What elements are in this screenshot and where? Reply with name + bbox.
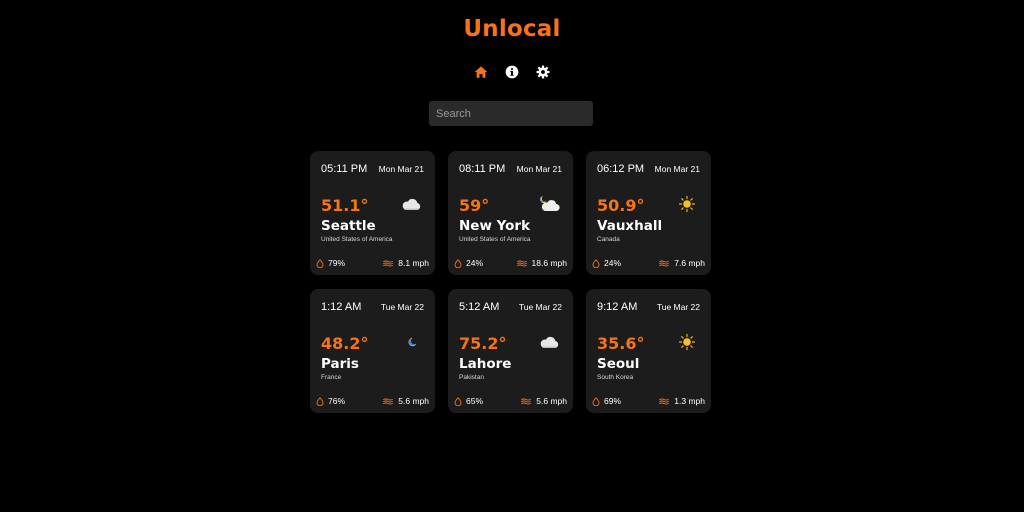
droplet-icon: [316, 258, 324, 268]
droplet-icon: [592, 258, 600, 268]
weather-card-seattle[interactable]: 05:11 PM Mon Mar 21 51.1° Seattle United…: [310, 151, 435, 275]
droplet-icon: [592, 396, 600, 406]
wind-icon: [383, 260, 394, 267]
sun-icon: [676, 195, 698, 213]
wind-value: 8.1 mph: [398, 258, 429, 268]
humidity: 24%: [454, 258, 483, 268]
home-icon[interactable]: [474, 64, 489, 80]
humidity-value: 79%: [328, 258, 346, 268]
app-title: Unlocal: [463, 16, 561, 42]
wind-value: 5.6 mph: [536, 396, 567, 406]
wind-icon: [659, 260, 670, 267]
temperature: 59°: [459, 196, 490, 215]
temperature: 35.6°: [597, 334, 645, 353]
local-time: 5:12 AM: [459, 301, 500, 313]
humidity: 79%: [316, 258, 345, 268]
cloud-icon: [538, 333, 560, 351]
humidity: 24%: [592, 258, 621, 268]
wind-icon: [521, 398, 532, 405]
temperature: 51.1°: [321, 196, 369, 215]
cloud-icon: [400, 195, 422, 213]
weather-card-lahore[interactable]: 5:12 AM Tue Mar 22 75.2° Lahore Pakistan…: [448, 289, 573, 413]
local-time: 1:12 AM: [321, 301, 362, 313]
local-time: 05:11 PM: [321, 163, 368, 175]
weather-card-paris[interactable]: 1:12 AM Tue Mar 22 48.2° Paris France 76…: [310, 289, 435, 413]
city-name: Paris: [321, 356, 359, 372]
wind: 8.1 mph: [383, 258, 429, 268]
humidity-value: 69%: [604, 396, 622, 406]
info-icon[interactable]: [505, 64, 520, 80]
moon-icon: [400, 333, 422, 351]
humidity: 65%: [454, 396, 483, 406]
wind: 1.3 mph: [659, 396, 705, 406]
temperature: 48.2°: [321, 334, 369, 353]
droplet-icon: [316, 396, 324, 406]
humidity: 69%: [592, 396, 621, 406]
country-name: France: [321, 374, 342, 381]
sun-icon: [676, 333, 698, 351]
wind: 5.6 mph: [383, 396, 429, 406]
weather-card-vauxhall[interactable]: 06:12 PM Mon Mar 21 50.9° Vauxhall Canad…: [586, 151, 711, 275]
wind-value: 5.6 mph: [398, 396, 429, 406]
local-date: Tue Mar 22: [518, 302, 562, 312]
temperature: 50.9°: [597, 196, 645, 215]
humidity: 76%: [316, 396, 345, 406]
country-name: United States of America: [321, 236, 393, 243]
city-name: New York: [459, 218, 531, 234]
humidity-value: 24%: [604, 258, 622, 268]
humidity-value: 24%: [466, 258, 484, 268]
weather-card-seoul[interactable]: 9:12 AM Tue Mar 22 35.6° Seoul South Kor…: [586, 289, 711, 413]
wind: 7.6 mph: [659, 258, 705, 268]
droplet-icon: [454, 396, 462, 406]
wind: 5.6 mph: [521, 396, 567, 406]
wind: 18.6 mph: [516, 258, 567, 268]
wind-icon: [383, 398, 394, 405]
country-name: Canada: [597, 236, 620, 243]
top-nav: [0, 64, 1024, 80]
local-date: Mon Mar 21: [654, 164, 700, 174]
local-date: Mon Mar 21: [516, 164, 562, 174]
search-input[interactable]: [429, 101, 593, 126]
city-name: Seoul: [597, 356, 640, 372]
wind-value: 7.6 mph: [674, 258, 705, 268]
wind-icon: [659, 398, 670, 405]
city-card-grid: 05:11 PM Mon Mar 21 51.1° Seattle United…: [310, 151, 711, 413]
local-time: 9:12 AM: [597, 301, 638, 313]
local-date: Tue Mar 22: [656, 302, 700, 312]
local-time: 06:12 PM: [597, 163, 645, 175]
local-time: 08:11 PM: [459, 163, 506, 175]
local-date: Mon Mar 21: [378, 164, 424, 174]
country-name: United States of America: [459, 236, 531, 243]
moon-cloud-icon: [538, 195, 560, 213]
humidity-value: 65%: [466, 396, 484, 406]
city-name: Vauxhall: [597, 218, 663, 234]
weather-card-new-york[interactable]: 08:11 PM Mon Mar 21 59° New York United …: [448, 151, 573, 275]
settings-icon[interactable]: [536, 64, 551, 80]
wind-value: 18.6 mph: [531, 258, 567, 268]
wind-icon: [516, 260, 527, 267]
temperature: 75.2°: [459, 334, 507, 353]
local-date: Tue Mar 22: [380, 302, 424, 312]
droplet-icon: [454, 258, 462, 268]
city-name: Seattle: [321, 218, 376, 234]
country-name: South Korea: [597, 374, 634, 381]
city-name: Lahore: [459, 356, 512, 372]
country-name: Pakistan: [459, 374, 484, 381]
wind-value: 1.3 mph: [674, 396, 705, 406]
humidity-value: 76%: [328, 396, 346, 406]
